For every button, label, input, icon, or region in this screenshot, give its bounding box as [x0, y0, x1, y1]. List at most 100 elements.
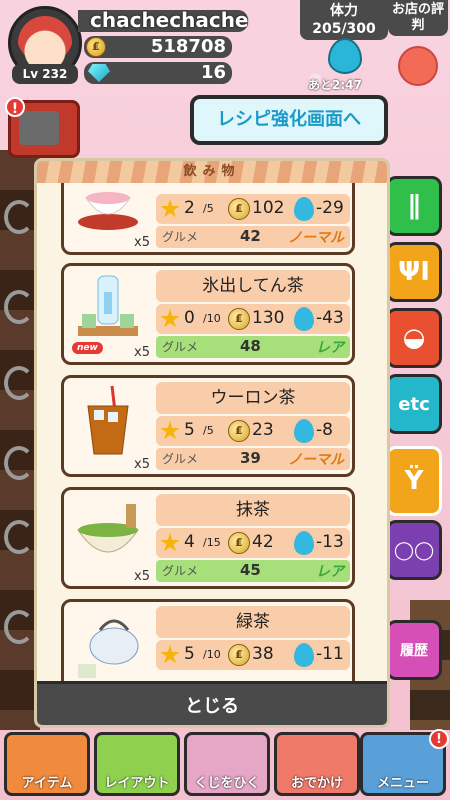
stamina-panel[interactable]: 体力 205/300 あと2:47 — [300, 0, 388, 92]
spoon-icon: ◒ — [402, 323, 426, 353]
recipe-level-max: /10 — [203, 648, 221, 661]
stamina-drop-icon — [294, 643, 314, 667]
nav-outing-label: おでかけ — [290, 776, 343, 791]
recipe-image: x5 — [68, 606, 152, 683]
recipe-level: 0 — [184, 308, 195, 328]
coin-icon: ₤ — [86, 37, 106, 57]
avatar-face-icon — [18, 16, 72, 70]
recipe-price: 130 — [252, 308, 285, 328]
gourmet-value: 48 — [240, 337, 261, 355]
reputation-panel[interactable]: お店の評判 — [388, 0, 448, 92]
nav-menu-label: メニュー — [376, 776, 429, 791]
binder-ring-icon — [4, 290, 34, 324]
status-header: Lv 232 chachechache 518708 ₤ 16 体力 205/3… — [0, 0, 450, 95]
recipe-image: x5 — [68, 382, 152, 472]
recipe-level: 2 — [184, 198, 195, 218]
star-icon — [160, 645, 180, 664]
nav-outing-button[interactable]: おでかけ — [274, 732, 360, 796]
recipe-card[interactable]: x5 緑茶 5 /10 ₤ 38 -11 — [61, 599, 355, 683]
nav-items-button[interactable]: アイテム — [4, 732, 90, 796]
recipe-price: 42 — [252, 532, 274, 552]
star-icon — [160, 199, 180, 218]
panel-title: 飲み物 — [37, 161, 387, 183]
green-tea-icon — [78, 619, 139, 678]
reputation-label: お店の評判 — [388, 0, 448, 36]
recipe-stamina: -43 — [316, 308, 344, 328]
gourmet-label: グルメ — [162, 452, 199, 466]
close-button[interactable]: とじる — [37, 681, 387, 725]
nav-menu-button[interactable]: メニュー ! — [360, 729, 449, 796]
recipe-name: 抹茶 — [156, 494, 350, 526]
gourmet-bar: グルメ 39 ノーマル — [156, 448, 350, 470]
nav-layout-button[interactable]: レイアウト — [94, 732, 180, 796]
gourmet-value: 45 — [240, 561, 261, 579]
recipe-stamina: -29 — [316, 198, 344, 218]
category-chopsticks[interactable]: ∥ — [386, 176, 442, 236]
rarity-badge: ノーマル — [288, 230, 344, 246]
gourmet-bar: グルメ 42 ノーマル — [156, 226, 350, 248]
gourmet-bar: グルメ 48 レア — [156, 336, 350, 358]
category-spoon[interactable]: ◒ — [386, 308, 442, 368]
recipe-stamina: -13 — [316, 532, 344, 552]
nav-lottery-label: くじをひく — [194, 776, 260, 791]
recipe-card[interactable]: new x5 氷出してん茶 0 /10 ₤ 130 -43 グルメ 48 レア — [61, 263, 355, 365]
tv-icon — [19, 111, 59, 145]
recipe-level-max: /15 — [203, 536, 221, 549]
recipe-level: 5 — [184, 420, 195, 440]
recipe-stats: 5 /10 ₤ 38 -11 — [156, 640, 350, 670]
recipe-card[interactable]: x5 2 /5 ₤ 102 -29 グルメ 42 ノーマル — [61, 183, 355, 255]
stamina-value: 205/300 — [312, 21, 376, 37]
smile-face-icon — [398, 46, 438, 86]
recipe-name: ウーロン茶 — [156, 382, 350, 414]
teacup-icon — [78, 192, 138, 230]
new-badge: new — [72, 342, 103, 354]
nav-items-label: アイテム — [21, 776, 73, 791]
recipe-qty: x5 — [134, 457, 150, 472]
gourmet-value: 39 — [240, 449, 261, 467]
recipe-list[interactable]: x5 2 /5 ₤ 102 -29 グルメ 42 ノーマル new x5 氷出し… — [37, 183, 387, 683]
stamina-drop-icon — [294, 419, 314, 443]
tv-alert-badge: ! — [5, 97, 25, 117]
recipe-level-max: /5 — [203, 202, 214, 215]
stamina-drop-icon — [294, 307, 314, 331]
username: chachechache — [90, 8, 249, 32]
category-eggs[interactable]: ◯◯ — [386, 520, 442, 580]
eggs-icon: ◯◯ — [393, 539, 435, 561]
recipe-stamina: -8 — [316, 420, 333, 440]
recipe-level-max: /5 — [203, 424, 214, 437]
binder-ring-icon — [4, 366, 34, 400]
nav-lottery-button[interactable]: くじをひく — [184, 732, 270, 796]
recipe-level: 4 — [184, 532, 195, 552]
binder-ring-icon — [4, 446, 34, 480]
recipe-card[interactable]: x5 抹茶 4 /15 ₤ 42 -13 グルメ 45 レア — [61, 487, 355, 589]
bottom-navigation: アイテム レイアウト くじをひく おでかけ メニュー ! — [0, 728, 450, 800]
recipe-card[interactable]: x5 ウーロン茶 5 /5 ₤ 23 -8 グルメ 39 ノーマル — [61, 375, 355, 477]
gourmet-label: グルメ — [162, 340, 199, 354]
etc-icon: etc — [398, 393, 430, 415]
category-drinks[interactable]: Ÿ — [386, 446, 442, 516]
rarity-badge: レア — [316, 340, 344, 356]
recipe-name: 緑茶 — [156, 606, 350, 638]
category-etc[interactable]: etc — [386, 374, 442, 434]
star-icon — [160, 533, 180, 552]
category-western[interactable]: ΨΙ — [386, 242, 442, 302]
recipe-upgrade-button[interactable]: レシピ強化画面へ — [190, 95, 388, 145]
coin-icon: ₤ — [228, 420, 250, 442]
coin-icon: ₤ — [228, 644, 250, 666]
tv-button[interactable]: ! — [5, 97, 80, 158]
gourmet-value: 42 — [240, 227, 261, 245]
cold-tea-icon — [78, 275, 138, 336]
coin-icon: ₤ — [228, 532, 250, 554]
recipe-stats: 4 /15 ₤ 42 -13 — [156, 528, 350, 558]
nav-layout-label: レイアウト — [104, 776, 170, 791]
binder-ring-icon — [4, 520, 34, 554]
coin-icon: ₤ — [228, 198, 250, 220]
recipe-image: x5 — [68, 183, 152, 250]
stamina-drop-icon — [328, 38, 362, 74]
recipe-image: new x5 — [68, 270, 152, 360]
fork-knife-icon: ΨΙ — [398, 257, 430, 287]
category-history[interactable]: 履歴 — [386, 620, 442, 680]
star-icon — [160, 309, 180, 328]
gourmet-label: グルメ — [162, 564, 199, 578]
recipe-qty: x5 — [134, 569, 150, 584]
